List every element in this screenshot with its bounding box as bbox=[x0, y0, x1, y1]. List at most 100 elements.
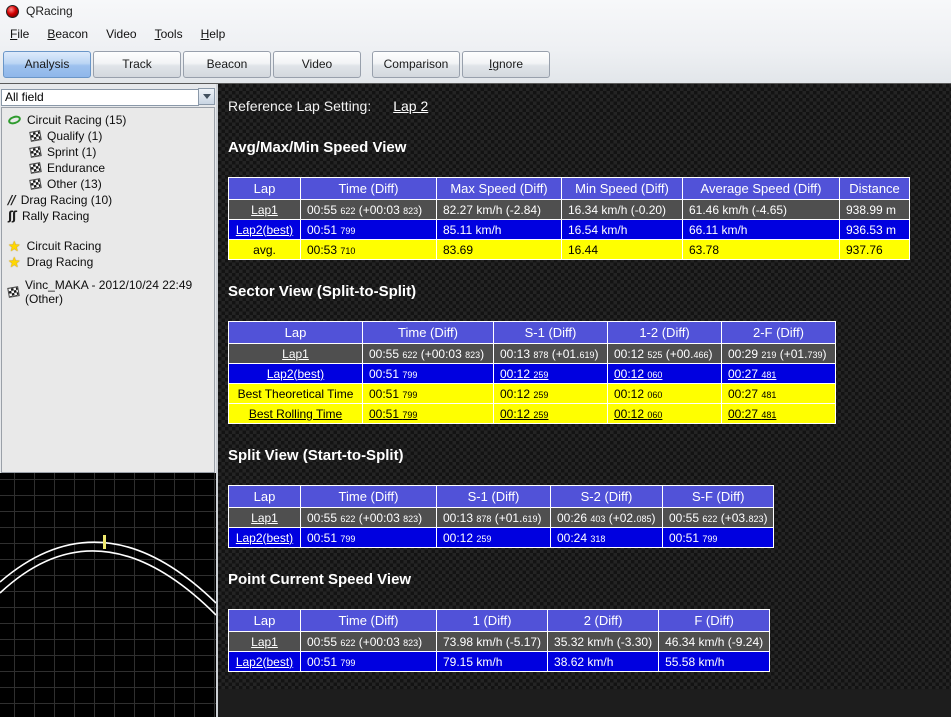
tree-item-label: Circuit Racing (15) bbox=[27, 113, 126, 127]
value-cell: 00:55 622 (+00:03 823) bbox=[301, 200, 437, 220]
column-header-lap: Lap bbox=[229, 610, 301, 632]
cell-link[interactable]: Lap2(best) bbox=[236, 531, 293, 545]
table-header-row: LapTime (Diff)Max Speed (Diff)Min Speed … bbox=[229, 178, 910, 200]
track-map[interactable] bbox=[0, 473, 216, 717]
value-cell: 00:24 318 bbox=[551, 528, 663, 548]
column-header-2-diff: 2 (Diff) bbox=[548, 610, 659, 632]
cell-link[interactable]: Lap1 bbox=[251, 635, 278, 649]
field-filter-input[interactable] bbox=[1, 89, 199, 106]
cell-link[interactable]: 00:12 060 bbox=[614, 367, 662, 381]
tree-item-label: Qualify (1) bbox=[47, 129, 102, 143]
table-row: Lap100:55 622 (+00:03 823)00:13 878 (+01… bbox=[229, 508, 774, 528]
tab-video[interactable]: Video bbox=[273, 51, 361, 78]
menu-beacon[interactable]: Beacon bbox=[38, 23, 97, 45]
tree-item-drag-racing-10[interactable]: //Drag Racing (10) bbox=[2, 192, 214, 208]
value-cell: 00:51 799 bbox=[363, 364, 494, 384]
tree-item-drag-racing[interactable]: ★ Drag Racing bbox=[2, 254, 214, 270]
table-row: avg.00:53 71083.6916.4463.78937.76 bbox=[229, 240, 910, 260]
menu-tools[interactable]: Tools bbox=[146, 23, 192, 45]
table-point-current-speed-view: LapTime (Diff)1 (Diff)2 (Diff)F (Diff)La… bbox=[228, 609, 770, 672]
table-header-row: LapTime (Diff)S-1 (Diff)S-2 (Diff)S-F (D… bbox=[229, 486, 774, 508]
column-header-1-diff: 1 (Diff) bbox=[437, 610, 548, 632]
window-chrome: QRacing FileBeaconVideoToolsHelp Analysi… bbox=[0, 0, 951, 84]
value-cell: 63.78 bbox=[683, 240, 840, 260]
lap-cell: Lap1 bbox=[229, 508, 301, 528]
tree-item-label: Drag Racing (10) bbox=[21, 193, 112, 207]
column-header-distance: Distance bbox=[840, 178, 910, 200]
section-heading-point-current-speed-view: Point Current Speed View bbox=[228, 571, 951, 588]
column-header-lap: Lap bbox=[229, 178, 301, 200]
cell-link[interactable]: Lap2(best) bbox=[236, 655, 293, 669]
tree-item-circuit-racing-15[interactable]: Circuit Racing (15) bbox=[2, 112, 214, 128]
tab-analysis[interactable]: Analysis bbox=[3, 51, 91, 78]
tab-beacon[interactable]: Beacon bbox=[183, 51, 271, 78]
filter-dropdown-button[interactable] bbox=[198, 88, 215, 105]
value-cell: 00:13 878 (+01.619) bbox=[437, 508, 551, 528]
lap-cell: Lap1 bbox=[229, 200, 301, 220]
sections: Avg/Max/Min Speed ViewLapTime (Diff)Max … bbox=[228, 139, 951, 672]
value-cell: 00:55 622 (+03.823) bbox=[663, 508, 774, 528]
tree-item-circuit-racing[interactable]: ★Circuit Racing bbox=[2, 238, 214, 254]
column-header-lap: Lap bbox=[229, 322, 363, 344]
menu-help[interactable]: Help bbox=[192, 23, 235, 45]
value-cell: 00:51 799 bbox=[301, 528, 437, 548]
section-heading-avg-max-min-speed-view: Avg/Max/Min Speed View bbox=[228, 139, 951, 156]
tree-item-sprint-1[interactable]: Sprint (1) bbox=[2, 144, 214, 160]
value-cell: 35.32 km/h (-3.30) bbox=[548, 632, 659, 652]
lap-cell: Best Theoretical Time bbox=[229, 384, 363, 404]
tab-track[interactable]: Track bbox=[93, 51, 181, 78]
cell-link[interactable]: Lap2(best) bbox=[236, 223, 293, 237]
cell-link[interactable]: Lap1 bbox=[251, 511, 278, 525]
tree-item-rally-racing[interactable]: ʃʃRally Racing bbox=[2, 208, 214, 224]
tree-item-vinc-maka-2012-10-24-22-49-other[interactable]: Vinc_MAKA - 2012/10/24 22:49 (Other) bbox=[2, 284, 214, 300]
cell-link[interactable]: 00:27 481 bbox=[728, 407, 776, 421]
cell-link[interactable]: 00:12 060 bbox=[614, 407, 662, 421]
cell-link[interactable]: Lap1 bbox=[251, 203, 278, 217]
value-cell: 00:51 799 bbox=[363, 404, 494, 424]
value-cell: 00:26 403 (+02.085) bbox=[551, 508, 663, 528]
cell-link[interactable]: 00:51 799 bbox=[369, 407, 417, 421]
cell-link[interactable]: Best Rolling Time bbox=[249, 407, 342, 421]
value-cell: 00:55 622 (+00:03 823) bbox=[301, 632, 437, 652]
tree-spacer bbox=[2, 224, 214, 238]
tab-comparison[interactable]: Comparison bbox=[372, 51, 460, 78]
checkered-flag-icon bbox=[29, 178, 42, 190]
value-cell: 00:51 799 bbox=[363, 384, 494, 404]
value-cell: 66.11 km/h bbox=[683, 220, 840, 240]
column-header-time-diff: Time (Diff) bbox=[301, 610, 437, 632]
tree-item-endurance[interactable]: Endurance bbox=[2, 160, 214, 176]
menu-video[interactable]: Video bbox=[97, 23, 145, 45]
menu-bar: FileBeaconVideoToolsHelp bbox=[0, 22, 951, 46]
table-header-row: LapTime (Diff)S-1 (Diff)1-2 (Diff)2-F (D… bbox=[229, 322, 836, 344]
cell-link[interactable]: Lap1 bbox=[282, 347, 309, 361]
value-cell: 00:29 219 (+01.739) bbox=[722, 344, 836, 364]
cell-link[interactable]: 00:12 259 bbox=[500, 407, 548, 421]
column-header-s-1-diff: S-1 (Diff) bbox=[494, 322, 608, 344]
table-sector-view-split-to-split: LapTime (Diff)S-1 (Diff)1-2 (Diff)2-F (D… bbox=[228, 321, 836, 424]
tab-ignore[interactable]: Ignore bbox=[462, 51, 550, 78]
column-header-max-speed-diff: Max Speed (Diff) bbox=[437, 178, 562, 200]
main-content: Reference Lap Setting:Lap 2 Avg/Max/Min … bbox=[218, 84, 951, 717]
cell-link[interactable]: Lap2(best) bbox=[267, 367, 324, 381]
column-header-1-2-diff: 1-2 (Diff) bbox=[608, 322, 722, 344]
track-position-marker bbox=[103, 535, 106, 549]
reference-lap-link[interactable]: Lap 2 bbox=[393, 98, 428, 114]
section-heading-sector-view-split-to-split: Sector View (Split-to-Split) bbox=[228, 283, 951, 300]
filter-combo bbox=[0, 84, 216, 107]
tree-item-qualify-1[interactable]: Qualify (1) bbox=[2, 128, 214, 144]
cell-link[interactable]: 00:27 481 bbox=[728, 367, 776, 381]
value-cell: 46.34 km/h (-9.24) bbox=[659, 632, 770, 652]
table-row: Lap2(best)00:51 79979.15 km/h38.62 km/h5… bbox=[229, 652, 770, 672]
tree-item-other-13[interactable]: Other (13) bbox=[2, 176, 214, 192]
content-footer-strip bbox=[218, 690, 951, 717]
chevron-down-icon bbox=[203, 94, 211, 99]
lap-cell: Lap1 bbox=[229, 632, 301, 652]
cell-link[interactable]: 00:12 259 bbox=[500, 367, 548, 381]
menu-file[interactable]: File bbox=[1, 23, 38, 45]
tree-item-label: Drag Racing bbox=[27, 255, 94, 269]
tab-bar: AnalysisTrackBeaconVideo ComparisonIgnore bbox=[0, 46, 951, 80]
checkered-flag-icon bbox=[29, 130, 42, 142]
star-icon: ★ bbox=[8, 257, 21, 267]
value-cell: 85.11 km/h bbox=[437, 220, 562, 240]
table-row: Best Theoretical Time00:51 79900:12 2590… bbox=[229, 384, 836, 404]
